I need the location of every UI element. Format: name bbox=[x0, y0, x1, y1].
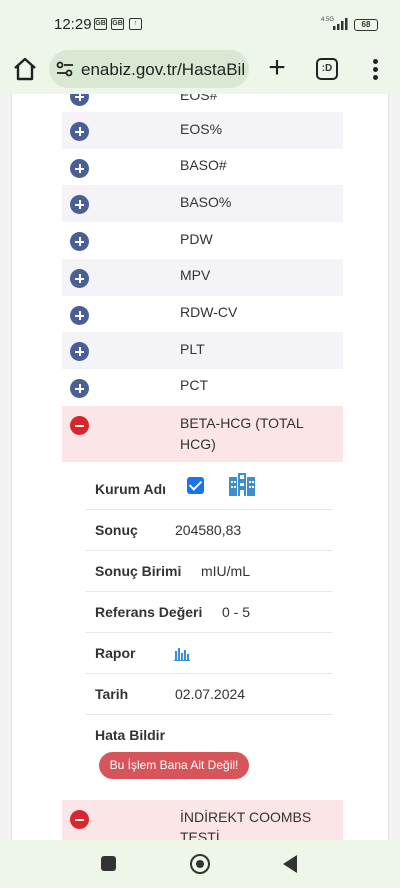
test-name-line2: HCG) bbox=[180, 436, 216, 452]
divider bbox=[86, 550, 332, 551]
home-nav-icon[interactable] bbox=[190, 854, 210, 874]
hospital-icon[interactable] bbox=[227, 471, 257, 498]
battery-icon: 68 bbox=[354, 19, 378, 31]
test-name: BASO% bbox=[180, 194, 232, 210]
tarih-value: 02.07.2024 bbox=[175, 686, 246, 702]
test-name: RDW-CV bbox=[180, 304, 238, 320]
status-bar: 12:29 GB GB ↑ 4.5G 68 bbox=[0, 0, 400, 46]
divider bbox=[86, 591, 332, 592]
tab-switcher-button[interactable]: :D bbox=[316, 58, 338, 80]
test-name: PLT bbox=[180, 341, 205, 357]
new-tab-button[interactable]: + bbox=[262, 53, 292, 84]
expand-button[interactable] bbox=[70, 159, 89, 178]
kurum-adi-checkbox[interactable] bbox=[187, 477, 204, 494]
home-icon[interactable] bbox=[11, 55, 39, 83]
notification-icon: GB bbox=[111, 18, 124, 30]
tarih-label: Tarih bbox=[95, 686, 129, 702]
signal-icon bbox=[333, 18, 348, 30]
sonuc-birimi-value: mIU/mL bbox=[201, 563, 250, 579]
expand-button[interactable] bbox=[70, 306, 89, 325]
url-text: enabiz.gov.tr/HastaBil bbox=[81, 60, 245, 79]
upload-icon: ↑ bbox=[129, 18, 142, 30]
hata-bildir-label: Hata Bildir bbox=[95, 727, 166, 743]
test-name: MPV bbox=[180, 267, 211, 283]
sonuc-value: 204580,83 bbox=[175, 522, 242, 538]
expand-button[interactable] bbox=[70, 379, 89, 398]
notification-icon: GB bbox=[94, 18, 107, 30]
kurum-adi-label: Kurum Adı bbox=[95, 481, 167, 497]
sonuc-label: Sonuç bbox=[95, 522, 138, 538]
test-name: BASO# bbox=[180, 157, 227, 173]
collapse-button[interactable] bbox=[70, 810, 89, 829]
expand-button[interactable] bbox=[70, 342, 89, 361]
site-settings-icon[interactable] bbox=[56, 61, 74, 77]
divider bbox=[86, 714, 332, 715]
test-name: EOS% bbox=[180, 121, 223, 137]
test-name: EOS# bbox=[180, 94, 218, 103]
page-content: EOS# EOS% BASO# BASO% PDW MPV RDW-CV PLT… bbox=[0, 94, 400, 840]
test-name-line2: TESTİ bbox=[180, 829, 220, 840]
expand-button[interactable] bbox=[70, 269, 89, 288]
divider bbox=[86, 509, 332, 510]
referans-degeri-value: 0 - 5 bbox=[222, 604, 251, 620]
test-name-line1: BETA-HCG (TOTAL bbox=[180, 415, 304, 431]
address-bar[interactable]: enabiz.gov.tr/HastaBil bbox=[49, 50, 249, 88]
back-icon[interactable] bbox=[283, 855, 297, 873]
expand-button[interactable] bbox=[70, 195, 89, 214]
test-name-line1: İNDİREKT COOMBS bbox=[180, 809, 312, 825]
rapor-label: Rapor bbox=[95, 645, 136, 661]
browser-toolbar: enabiz.gov.tr/HastaBil + :D bbox=[0, 46, 400, 94]
expand-button[interactable] bbox=[70, 122, 89, 141]
divider bbox=[86, 673, 332, 674]
expand-button[interactable] bbox=[70, 232, 89, 251]
system-navigation-bar bbox=[0, 840, 400, 888]
recents-icon[interactable] bbox=[101, 856, 116, 871]
divider bbox=[86, 632, 332, 633]
more-options-icon[interactable] bbox=[366, 56, 384, 84]
referans-degeri-label: Referans Değeri bbox=[95, 604, 203, 620]
test-name: PCT bbox=[180, 377, 208, 393]
test-name: PDW bbox=[180, 231, 213, 247]
status-time: 12:29 bbox=[54, 16, 92, 33]
not-mine-button[interactable]: Bu İşlem Bana Ait Değil! bbox=[99, 752, 249, 779]
report-chart-icon[interactable] bbox=[174, 645, 190, 661]
sonuc-birimi-label: Sonuç Birimi bbox=[95, 563, 182, 579]
collapse-button[interactable] bbox=[70, 416, 89, 435]
